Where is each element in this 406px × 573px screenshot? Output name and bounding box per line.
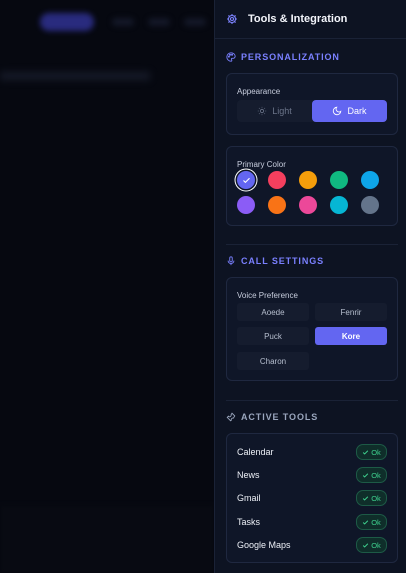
moon-icon xyxy=(332,106,342,116)
tool-row-tasks: Tasks Ok xyxy=(237,514,387,530)
tool-row-google-maps: Google Maps Ok xyxy=(237,537,387,553)
primary-color-card: Primary Color xyxy=(226,146,398,226)
blurred-nav-pill xyxy=(40,13,94,31)
active-tools-title: ACTIVE TOOLS xyxy=(226,410,398,424)
color-swatch[interactable] xyxy=(268,171,286,189)
personalization-section: PERSONALIZATION xyxy=(226,50,398,64)
gear-icon xyxy=(226,13,238,25)
tool-name: Calendar xyxy=(237,447,274,457)
active-tools-section: ACTIVE TOOLS xyxy=(226,410,398,424)
call-settings-section: CALL SETTINGS xyxy=(226,254,398,268)
check-icon xyxy=(362,519,369,526)
color-swatch[interactable] xyxy=(330,196,348,214)
color-swatch[interactable] xyxy=(268,196,286,214)
section-divider xyxy=(226,244,398,245)
dark-mode-button[interactable]: Dark xyxy=(312,100,387,122)
voice-option-puck[interactable]: Puck xyxy=(237,327,309,345)
section-divider xyxy=(226,400,398,401)
panel-header: Tools & Integration xyxy=(215,0,406,39)
voice-preference-card: Voice Preference Aoede Fenrir Puck Kore … xyxy=(226,277,398,381)
voice-option-kore[interactable]: Kore xyxy=(315,327,387,345)
status-badge: Ok xyxy=(356,467,387,483)
voice-option-charon[interactable]: Charon xyxy=(237,352,309,370)
voice-option-aoede[interactable]: Aoede xyxy=(237,303,309,321)
light-mode-button[interactable]: Light xyxy=(237,100,312,122)
status-badge: Ok xyxy=(356,514,387,530)
check-icon xyxy=(362,542,369,549)
active-tools-card: Calendar Ok News Ok Gmail Ok Tasks Ok Go… xyxy=(226,433,398,563)
voice-option-fenrir[interactable]: Fenrir xyxy=(315,303,387,321)
tool-name: Google Maps xyxy=(237,540,291,550)
blurred-text-line xyxy=(0,72,150,80)
status-badge: Ok xyxy=(356,490,387,506)
color-swatch[interactable] xyxy=(299,196,317,214)
primary-color-label: Primary Color xyxy=(237,160,286,169)
blurred-footer xyxy=(0,505,214,573)
tool-name: Gmail xyxy=(237,493,261,503)
tool-row-gmail: Gmail Ok xyxy=(237,490,387,506)
appearance-card: Appearance Light Dark xyxy=(226,73,398,135)
check-icon xyxy=(362,495,369,502)
call-settings-title: CALL SETTINGS xyxy=(226,254,398,268)
tools-integration-panel: Tools & Integration PERSONALIZATION Appe… xyxy=(214,0,406,573)
tool-name: Tasks xyxy=(237,517,261,527)
color-swatch[interactable] xyxy=(361,171,379,189)
color-swatch[interactable] xyxy=(237,196,255,214)
tool-row-calendar: Calendar Ok xyxy=(237,444,387,460)
panel-title: Tools & Integration xyxy=(248,13,348,25)
voice-preference-label: Voice Preference xyxy=(237,291,298,300)
tool-name: News xyxy=(237,470,260,480)
blurred-nav-item xyxy=(184,18,206,26)
blurred-background xyxy=(0,0,214,573)
personalization-title: PERSONALIZATION xyxy=(226,50,398,64)
color-swatch[interactable] xyxy=(237,171,255,189)
status-badge: Ok xyxy=(356,537,387,553)
palette-icon xyxy=(226,52,236,62)
blurred-nav-item xyxy=(112,18,134,26)
appearance-label: Appearance xyxy=(237,87,281,96)
appearance-toggle: Light Dark xyxy=(237,100,387,122)
blurred-nav-item xyxy=(148,18,170,26)
color-swatch[interactable] xyxy=(330,171,348,189)
wrench-icon xyxy=(226,412,236,422)
color-swatch[interactable] xyxy=(299,171,317,189)
check-icon xyxy=(362,472,369,479)
microphone-icon xyxy=(226,256,236,266)
color-swatch[interactable] xyxy=(361,196,379,214)
sun-icon xyxy=(257,106,267,116)
check-icon xyxy=(362,449,369,456)
tool-row-news: News Ok xyxy=(237,467,387,483)
status-badge: Ok xyxy=(356,444,387,460)
check-icon xyxy=(242,176,251,185)
